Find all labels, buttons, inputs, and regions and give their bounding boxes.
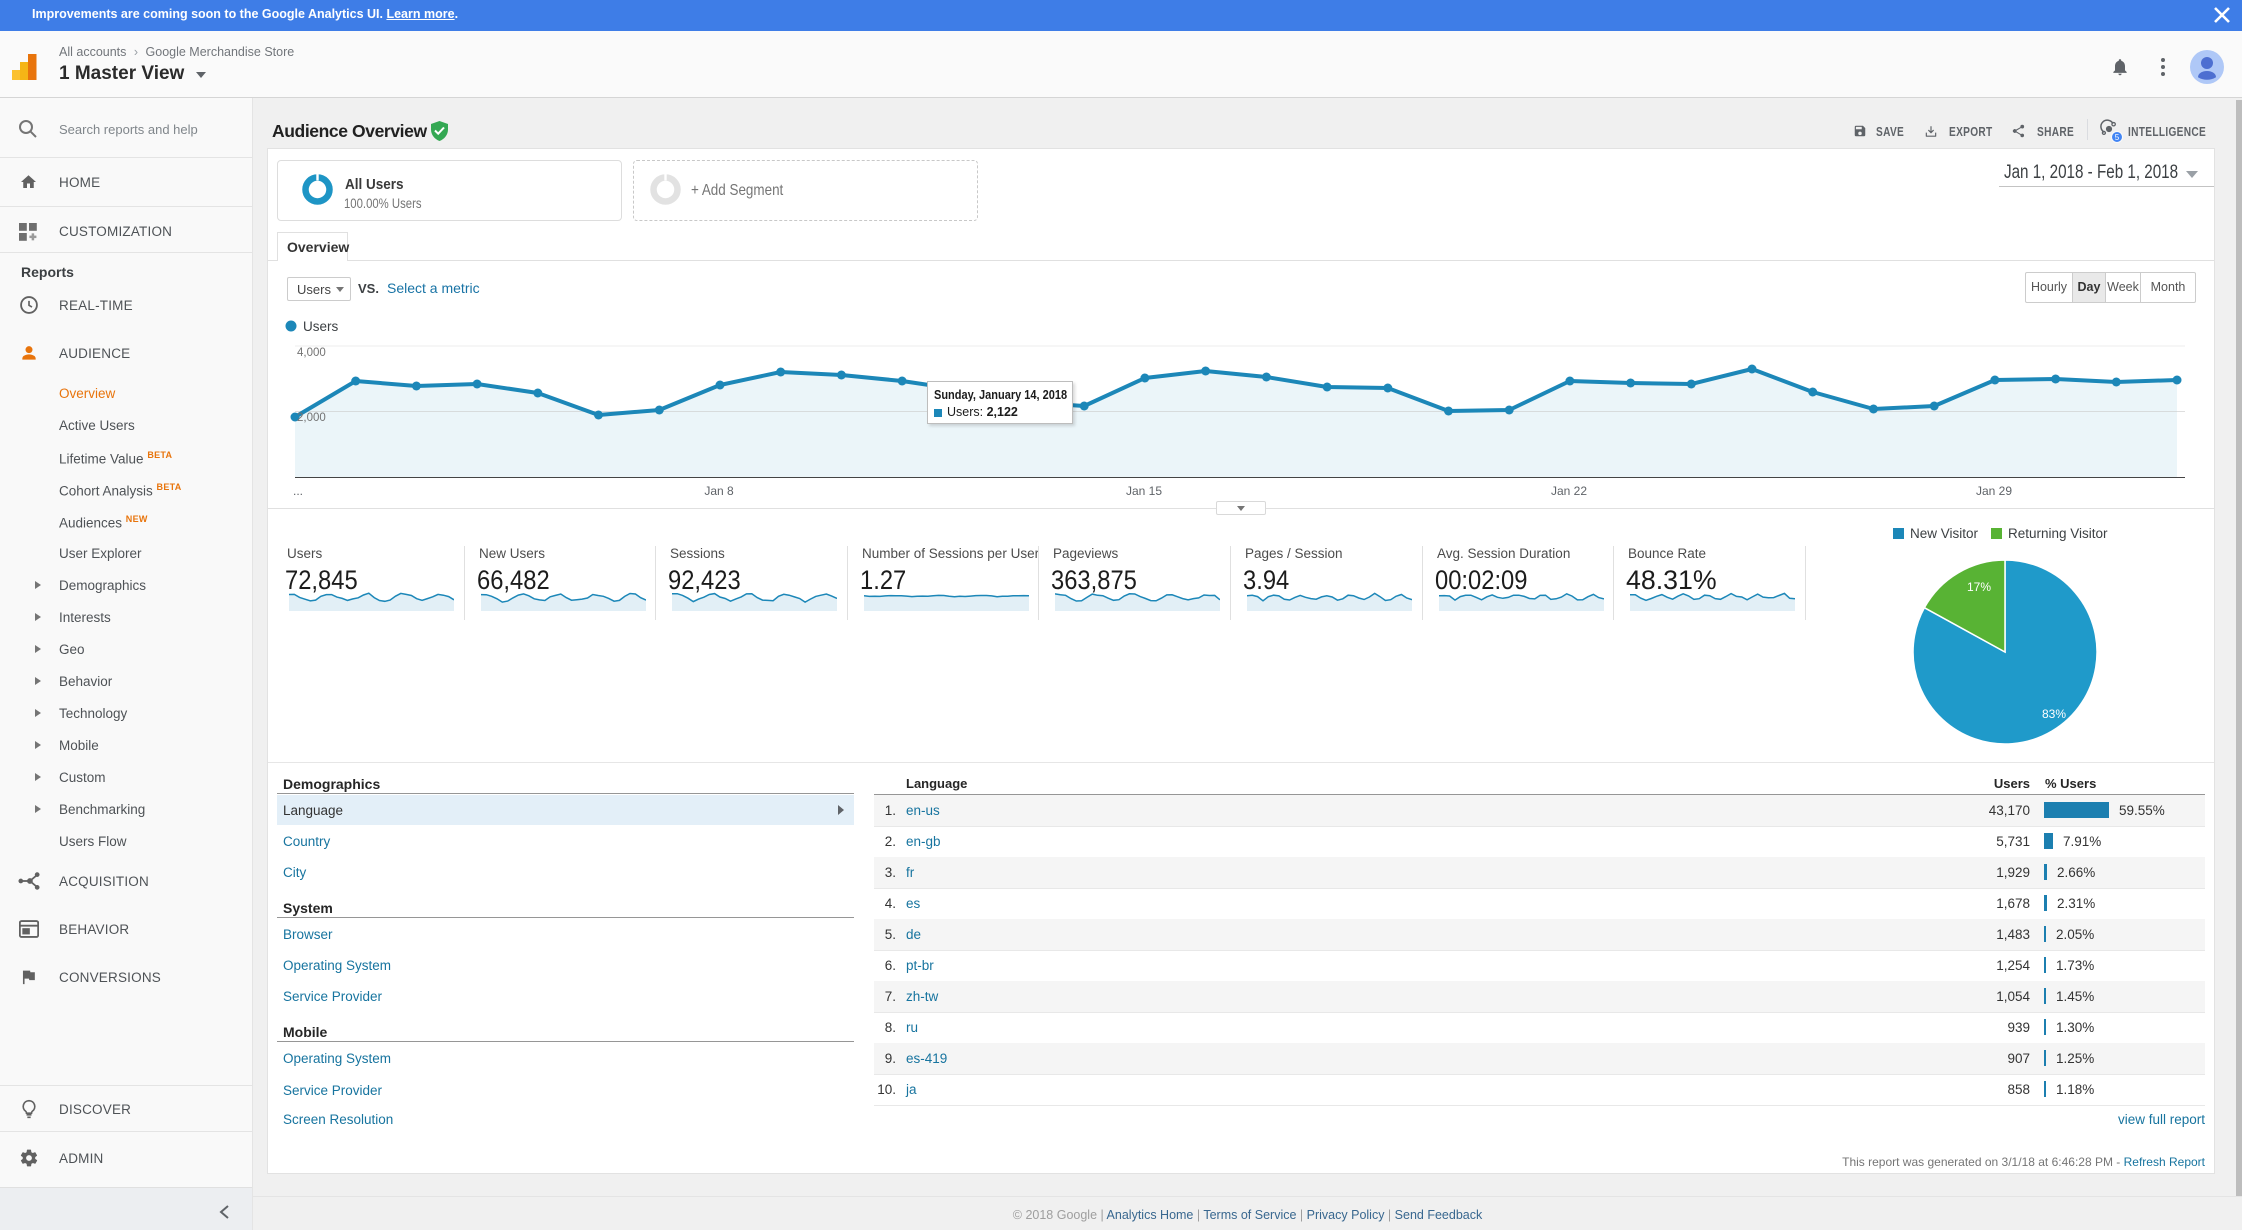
svg-text:83%: 83% bbox=[2042, 707, 2066, 721]
svg-text:Jan 29: Jan 29 bbox=[1976, 484, 2012, 498]
svg-text:Jan 8: Jan 8 bbox=[704, 484, 734, 498]
svg-text:Jan 22: Jan 22 bbox=[1551, 484, 1587, 498]
svg-text:Returning Visitor: Returning Visitor bbox=[2008, 526, 2108, 541]
svg-text:Jan 15: Jan 15 bbox=[1126, 484, 1162, 498]
svg-text:2,000: 2,000 bbox=[297, 412, 326, 424]
svg-text:New Visitor: New Visitor bbox=[1910, 526, 1979, 541]
svg-text:Users: Users bbox=[303, 319, 339, 334]
svg-text:4,000: 4,000 bbox=[297, 347, 326, 359]
svg-text:17%: 17% bbox=[1967, 580, 1991, 594]
svg-text:...: ... bbox=[293, 484, 303, 498]
